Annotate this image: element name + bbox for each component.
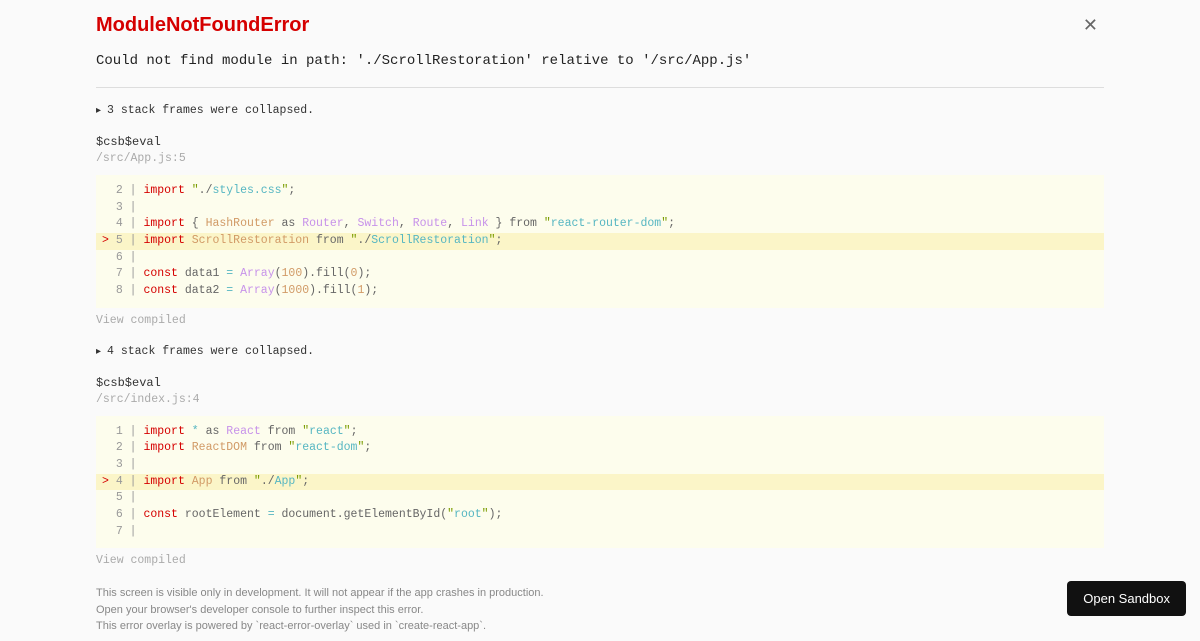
code-line: 6 | xyxy=(96,250,1104,267)
view-compiled-link-2[interactable]: View compiled xyxy=(96,554,1104,567)
collapsed-frames-2[interactable]: 4 stack frames were collapsed. xyxy=(96,345,1104,358)
code-line: 8 | const data2 = Array(1000).fill(1); xyxy=(96,283,1104,300)
error-message: Could not find module in path: './Scroll… xyxy=(96,53,1104,69)
footer-line-2: Open your browser's developer console to… xyxy=(96,602,1104,619)
code-line: 7 | xyxy=(96,524,1104,541)
view-compiled-link-1[interactable]: View compiled xyxy=(96,314,1104,327)
footer-line-1: This screen is visible only in developme… xyxy=(96,585,1104,602)
frame-location-1: /src/App.js:5 xyxy=(96,152,1104,165)
code-line: > 5 | import ScrollRestoration from "./S… xyxy=(96,233,1104,250)
divider xyxy=(96,87,1104,88)
code-line: 1 | import * as React from "react"; xyxy=(96,424,1104,441)
code-line: 4 | import { HashRouter as Router, Switc… xyxy=(96,216,1104,233)
code-line: > 4 | import App from "./App"; xyxy=(96,474,1104,491)
code-line: 3 | xyxy=(96,457,1104,474)
code-line: 5 | xyxy=(96,490,1104,507)
code-block-2: 1 | import * as React from "react"; 2 | … xyxy=(96,416,1104,549)
code-line: 2 | import ReactDOM from "react-dom"; xyxy=(96,440,1104,457)
open-sandbox-button[interactable]: Open Sandbox xyxy=(1067,581,1186,616)
close-icon: ✕ xyxy=(1083,15,1098,35)
footer-line-3: This error overlay is powered by `react-… xyxy=(96,618,1104,635)
error-title: ModuleNotFoundError xyxy=(96,14,309,37)
frame-location-2: /src/index.js:4 xyxy=(96,393,1104,406)
code-line: 7 | const data1 = Array(100).fill(0); xyxy=(96,266,1104,283)
close-button[interactable]: ✕ xyxy=(1077,14,1104,36)
code-line: 3 | xyxy=(96,200,1104,217)
code-line: 2 | import "./styles.css"; xyxy=(96,183,1104,200)
frame-name-2: $csb$eval xyxy=(96,376,1104,390)
frame-name-1: $csb$eval xyxy=(96,135,1104,149)
collapsed-frames-1[interactable]: 3 stack frames were collapsed. xyxy=(96,104,1104,117)
code-block-1: 2 | import "./styles.css"; 3 | 4 | impor… xyxy=(96,175,1104,308)
code-line: 6 | const rootElement = document.getElem… xyxy=(96,507,1104,524)
